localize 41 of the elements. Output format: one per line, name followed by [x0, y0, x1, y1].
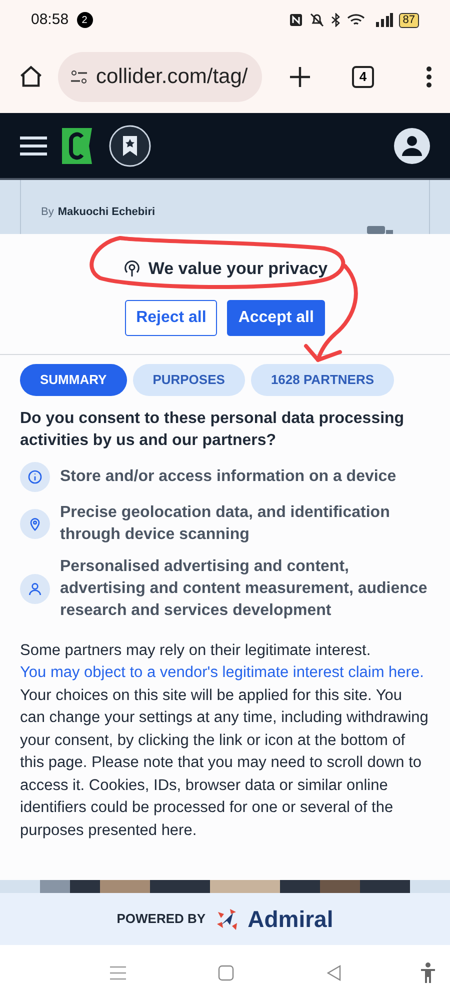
info-icon: [27, 468, 43, 484]
home-icon[interactable]: [18, 64, 44, 90]
tab[interactable]: SUMMARY: [20, 364, 127, 396]
comment-icon: [367, 226, 393, 234]
accessibility-icon[interactable]: [420, 962, 436, 984]
recent-apps-icon[interactable]: [110, 966, 126, 980]
status-time: 08:58: [31, 10, 69, 30]
privacy-icon: [122, 258, 142, 279]
powered-by-text: POWERED BY: [116, 910, 206, 928]
purpose-text: Precise geolocation data, and identification through device scanning: [60, 502, 391, 544]
byline-prefix: By: [41, 205, 54, 220]
battery-indicator: 87: [398, 12, 419, 28]
nfc-icon: [288, 13, 303, 27]
plus-icon[interactable]: [288, 64, 312, 88]
tab[interactable]: PURPOSES: [132, 364, 245, 396]
menu-icon[interactable]: [20, 134, 47, 156]
url-text: collider.com/tag/: [96, 64, 248, 90]
account-icon[interactable]: [394, 128, 430, 164]
tab-count-button[interactable]: 4: [352, 66, 374, 88]
purpose-text: Personalised advertising and content, advertising and content measurement, audience research and services development: [60, 556, 428, 620]
url-bar[interactable]: collider.com/tag/: [58, 52, 262, 102]
author-name: Makuochi Echebiri: [58, 205, 156, 220]
reject-all-button[interactable]: Reject all: [125, 300, 218, 336]
site-settings-icon[interactable]: [70, 70, 88, 84]
dialog-title: We value your privacy: [148, 258, 328, 280]
consent-body-text: Some partners may rely on their legitimate interest. You may object to a vendor's legitimate interest claim here. Your choices on this site will be applied for this site. You can change your settings at any time, including withdrawing your consent, by clicking the link or icon at the bottom of this page. Please note that you may need to scroll down to access it. Cookies, IDs, browser data or similar online identifiers could be processed for one or several of the purposes presented here.: [19, 640, 430, 840]
person-icon: [27, 580, 43, 596]
tab[interactable]: 1628 PARTNERS: [250, 364, 394, 396]
consent-question: Do you consent to these personal data processing activities by us and our partners?: [19, 408, 406, 450]
bluetooth-icon: [330, 13, 341, 27]
home-button-icon[interactable]: [218, 964, 234, 980]
purpose-text: Store and/or access information on a device: [60, 466, 396, 486]
wifi-icon: [346, 13, 365, 27]
logo-icon[interactable]: [62, 126, 94, 164]
object-link[interactable]: You may object to a vendor's legitimate interest claim here.: [20, 664, 424, 681]
mute-icon: [308, 13, 325, 27]
back-icon[interactable]: [326, 964, 342, 980]
brand-name: Admiral: [248, 904, 334, 934]
more-icon[interactable]: [426, 66, 432, 88]
accept-all-button[interactable]: Accept all: [227, 300, 325, 336]
notification-badge: 2: [76, 12, 93, 28]
